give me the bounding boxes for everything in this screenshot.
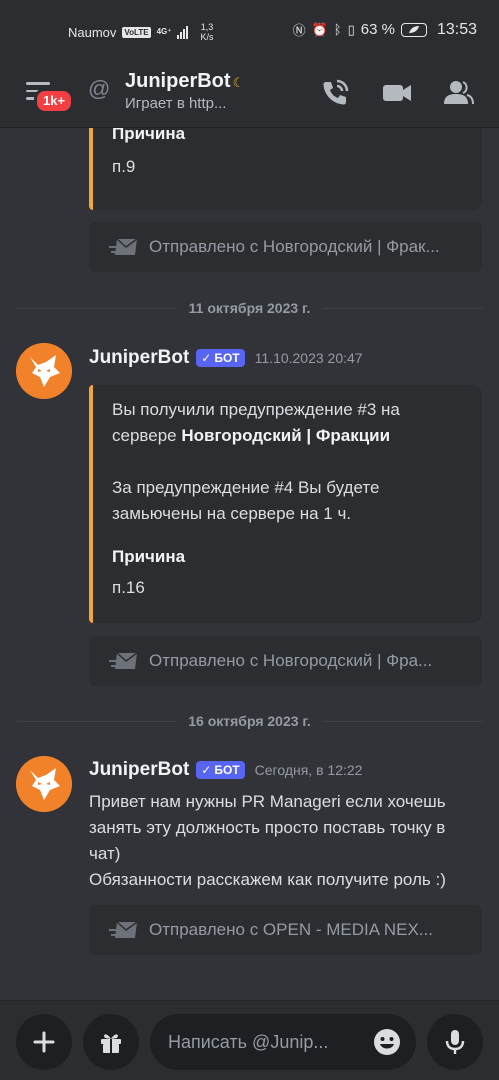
status-right: Ⓝ ⏰ ᛒ ▯ 63 % 13:53 <box>293 20 477 39</box>
mail-icon <box>109 652 138 669</box>
operator-name: Naumov <box>68 24 117 40</box>
embed-server-name: Новгородский | Фракции <box>181 426 391 445</box>
mic-icon <box>445 1030 465 1054</box>
vibrate-icon: ▯ <box>347 21 355 37</box>
message-header: JuniperBot ✓ БОТ 11.10.2023 20:47 <box>89 347 363 369</box>
embed-text: сервере <box>112 426 182 445</box>
message-line: чат) <box>89 844 121 863</box>
message-line: Обязанности расскажем как получите роль … <box>89 870 446 889</box>
embed-line: сервере Новгородский | Фракции <box>112 423 472 449</box>
author-name[interactable]: JuniperBot <box>89 347 189 369</box>
message-input[interactable] <box>168 1014 368 1070</box>
at-icon: @ <box>88 76 111 101</box>
sent-from-link[interactable]: Отправлено с Новгородский | Фрак... <box>89 222 482 272</box>
bot-tag: ✓ БОТ <box>196 349 245 367</box>
message-bar <box>0 1000 499 1080</box>
volte-indicator: VoLTE <box>122 26 151 38</box>
channel-status: Играет в http... <box>125 95 227 112</box>
channel-name: JuniperBot <box>125 70 231 92</box>
unread-badge: 1k+ <box>34 88 75 114</box>
warning-embed: Вы получили предупреждение #3 на сервере… <box>89 385 482 623</box>
embed-line: замьючены на сервере на 1 ч. <box>112 504 352 523</box>
channel-header: 1k+ @ JuniperBot ☾ Играет в http... <box>0 62 499 128</box>
mail-icon <box>109 238 138 255</box>
emoji-icon <box>374 1029 400 1055</box>
embed-line: Вы получили предупреждение #3 на <box>112 400 400 419</box>
date-divider: 16 октября 2023 г. <box>17 711 483 731</box>
author-name[interactable]: JuniperBot <box>89 759 189 781</box>
channel-title[interactable]: JuniperBot ☾ <box>125 70 244 93</box>
battery-icon <box>400 22 427 37</box>
fox-avatar <box>16 343 72 399</box>
message-header: JuniperBot ✓ БОТ Сегодня, в 12:22 <box>89 759 362 781</box>
message-line: Привет нам нужны PR Manageri если хочешь <box>89 792 446 811</box>
avatar[interactable] <box>16 343 72 399</box>
bluetooth-icon: ᛒ <box>333 22 342 37</box>
timestamp: 11.10.2023 20:47 <box>254 350 363 366</box>
members-icon <box>444 81 474 105</box>
message-content: Привет нам нужны PR Manageri если хочешь… <box>89 789 489 893</box>
message-line: занять эту должность просто поставь точк… <box>89 818 446 837</box>
network-type: 4G⁺ <box>156 27 172 36</box>
embed-line: За предупреждение #4 Вы будете <box>112 478 380 497</box>
menu-button[interactable]: 1k+ <box>22 76 75 116</box>
signal-icon <box>177 25 189 39</box>
date-divider: 11 октября 2023 г. <box>17 298 483 318</box>
voice-message-button[interactable] <box>427 1014 483 1070</box>
clock: 13:53 <box>436 20 477 38</box>
speed-unit: K/s <box>200 32 214 42</box>
embed-partial: Причина п.9 <box>89 128 482 210</box>
sent-from-text: Отправлено с Новгородский | Фра... <box>149 651 433 670</box>
nfc-icon: Ⓝ <box>292 23 306 38</box>
idle-moon-icon: ☾ <box>232 75 245 90</box>
bot-tag-label: БОТ <box>214 763 240 777</box>
embed-field-value: п.9 <box>112 157 136 176</box>
video-icon <box>383 85 411 101</box>
message-composer[interactable] <box>150 1014 416 1070</box>
call-button[interactable] <box>318 76 352 110</box>
emoji-button[interactable] <box>372 1027 402 1057</box>
status-bar: Naumov VoLTE 4G⁺ 1,3 K/s Ⓝ ⏰ ᛒ ▯ 63 % 13… <box>0 0 499 62</box>
embed-field-name: Причина <box>112 128 186 143</box>
sent-from-link[interactable]: Отправлено с Новгородский | Фра... <box>89 636 482 686</box>
check-icon: ✓ <box>201 351 212 365</box>
embed-description: Вы получили предупреждение #3 на сервере… <box>112 397 472 527</box>
plus-icon <box>33 1031 55 1053</box>
gift-button[interactable] <box>83 1014 139 1070</box>
check-icon: ✓ <box>201 763 212 777</box>
chat-scroll[interactable]: Причина п.9 Отправлено с Новгородский | … <box>0 128 499 1000</box>
bot-tag: ✓ БОТ <box>196 761 245 779</box>
sent-from-text: Отправлено с OPEN - MEDIA NEX... <box>149 920 433 939</box>
sent-from-link[interactable]: Отправлено с OPEN - MEDIA NEX... <box>89 905 482 955</box>
attach-button[interactable] <box>16 1014 72 1070</box>
speed-value: 1,3 <box>200 22 214 32</box>
gift-icon <box>101 1034 121 1053</box>
alarm-icon: ⏰ <box>311 21 328 37</box>
sent-from-text: Отправлено с Новгородский | Фрак... <box>149 237 440 256</box>
status-left: Naumov VoLTE 4G⁺ 1,3 K/s <box>68 22 214 42</box>
date-divider-label: 16 октября 2023 г. <box>188 713 311 729</box>
mail-icon <box>109 921 138 938</box>
call-icon <box>323 79 349 105</box>
network-speed: 1,3 K/s <box>200 22 213 42</box>
fox-avatar <box>16 756 72 812</box>
embed-field-value: п.16 <box>112 578 145 597</box>
avatar[interactable] <box>16 756 72 812</box>
video-button[interactable] <box>380 76 414 110</box>
date-divider-label: 11 октября 2023 г. <box>188 300 311 316</box>
battery-percent: 63 % <box>360 21 395 38</box>
bot-tag-label: БОТ <box>214 351 240 365</box>
members-button[interactable] <box>441 76 475 110</box>
embed-field-name: Причина <box>112 547 186 566</box>
timestamp: Сегодня, в 12:22 <box>254 762 363 778</box>
